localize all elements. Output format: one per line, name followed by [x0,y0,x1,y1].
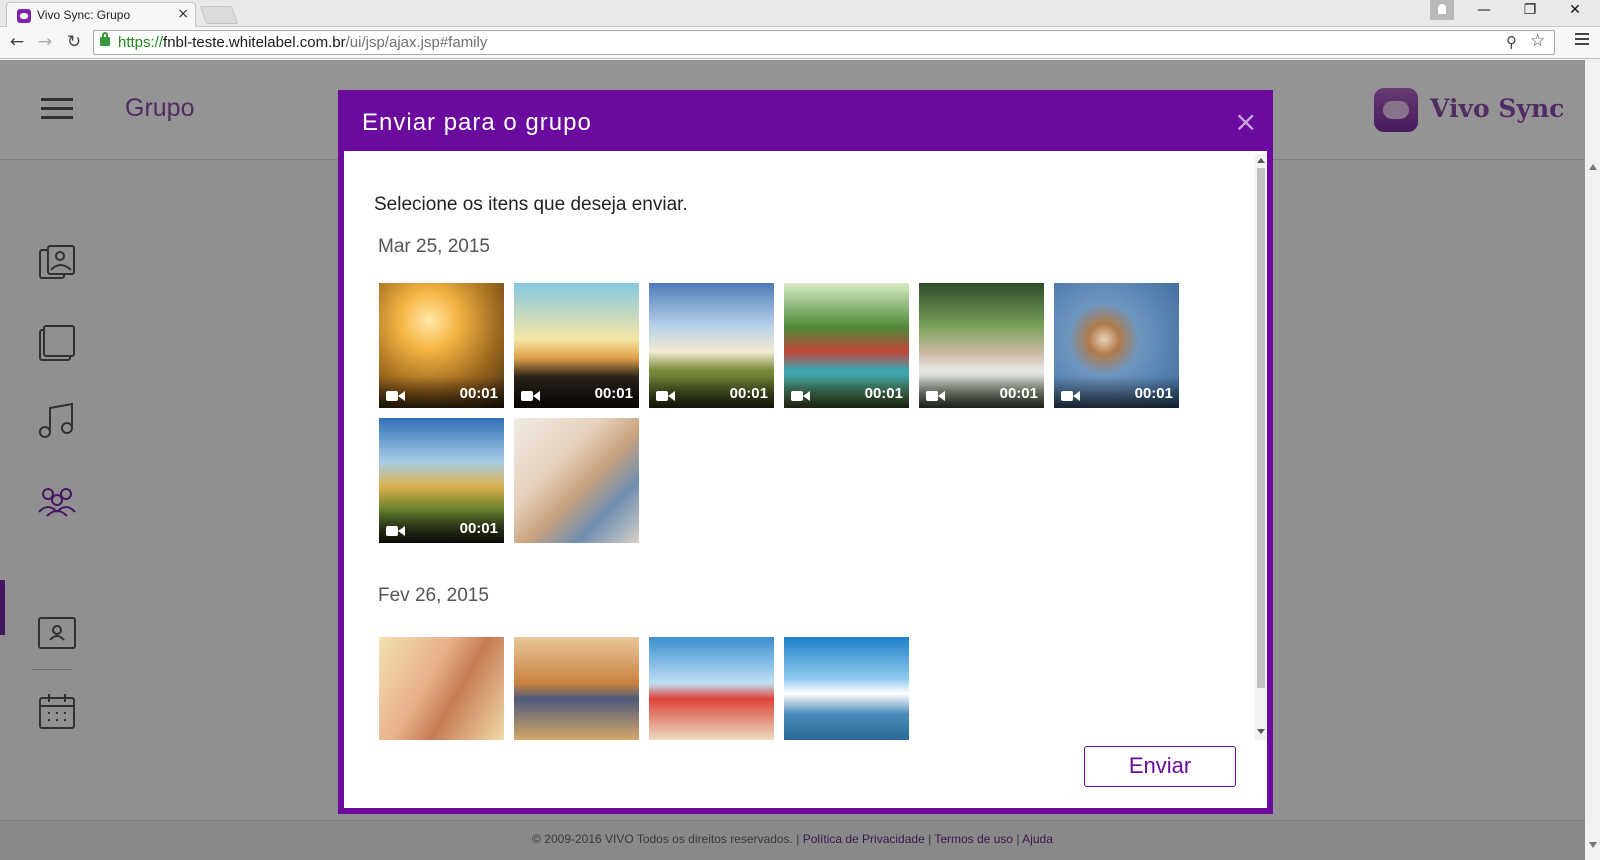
scroll-up-icon[interactable] [1257,158,1265,163]
browser-toolbar: ← → ↻ https://fnbl-teste.whitelabel.com.… [0,27,1600,59]
photo-thumbnail[interactable] [649,637,774,740]
video-thumbnail[interactable]: 00:01 [649,283,774,408]
user-profile-icon[interactable] [1430,0,1454,20]
tab-close-icon[interactable]: × [177,6,189,22]
url-host: fnbl-teste.whitelabel.com.br [163,34,346,51]
video-thumbnail[interactable]: 00:01 [514,283,639,408]
video-camera-icon [521,390,541,402]
scrollbar-thumb[interactable] [1257,168,1265,688]
scroll-down-icon[interactable] [1257,729,1265,734]
video-camera-icon [926,390,946,402]
tab-title: Vivo Sync: Grupo [37,8,131,22]
photo-thumbnail[interactable] [514,637,639,740]
reload-icon[interactable]: ↻ [63,31,85,53]
video-thumbnail[interactable]: 00:01 [379,418,504,543]
video-duration: 00:01 [1134,385,1173,402]
date-heading: Mar 25, 2015 [378,236,490,257]
video-camera-icon [791,390,811,402]
lock-icon [100,32,110,46]
dialog-scrollbar[interactable] [1255,154,1267,740]
send-button[interactable]: Enviar [1084,746,1236,787]
video-duration: 00:01 [459,520,498,537]
browser-menu-icon[interactable] [1575,33,1589,47]
video-camera-icon [656,390,676,402]
photo-thumbnail[interactable] [784,637,909,740]
send-to-group-dialog: Enviar para o grupo × Selecione os itens… [338,90,1273,814]
video-duration: 00:01 [864,385,903,402]
video-camera-icon [386,525,406,537]
dialog-body[interactable]: Selecione os itens que deseja enviar. Ma… [344,151,1249,743]
video-duration: 00:01 [729,385,768,402]
restore-button[interactable]: ❐ [1510,2,1550,24]
video-duration: 00:01 [999,385,1038,402]
url-path: /ui/jsp/ajax.jsp#family [345,34,488,51]
address-bar[interactable]: https://fnbl-teste.whitelabel.com.br/ui/… [93,30,1555,55]
instructions-text: Selecione os itens que deseja enviar. [374,194,688,215]
back-icon[interactable]: ← [6,31,28,53]
url-text: https://fnbl-teste.whitelabel.com.br/ui/… [118,34,487,51]
close-window-button[interactable]: ✕ [1555,2,1595,24]
video-camera-icon [386,390,406,402]
minimize-button[interactable]: — [1464,2,1504,24]
dialog-title: Enviar para o grupo [362,109,592,136]
video-duration: 00:01 [594,385,633,402]
video-camera-icon [1061,390,1081,402]
video-duration: 00:01 [459,385,498,402]
dialog-header: Enviar para o grupo × [344,96,1267,151]
url-scheme: https:// [118,34,164,51]
page-scrollbar[interactable] [1585,60,1600,860]
video-thumbnail[interactable]: 00:01 [1054,283,1179,408]
zoom-icon[interactable]: ⚲ [1506,33,1517,51]
video-thumbnail[interactable]: 00:01 [379,283,504,408]
new-tab-button[interactable] [199,6,239,24]
browser-tab[interactable]: Vivo Sync: Grupo × [6,2,196,28]
bookmark-star-icon[interactable]: ☆ [1530,31,1545,51]
forward-icon[interactable]: → [34,31,56,53]
vivo-sync-favicon-icon [17,9,31,23]
close-icon[interactable]: × [1234,108,1257,136]
photo-thumbnail[interactable] [514,418,639,543]
date-heading: Fev 26, 2015 [378,585,489,606]
video-thumbnail[interactable]: 00:01 [784,283,909,408]
browser-tab-strip: Vivo Sync: Grupo × — ❐ ✕ [0,0,1600,28]
video-thumbnail[interactable]: 00:01 [919,283,1044,408]
photo-thumbnail[interactable] [379,637,504,740]
